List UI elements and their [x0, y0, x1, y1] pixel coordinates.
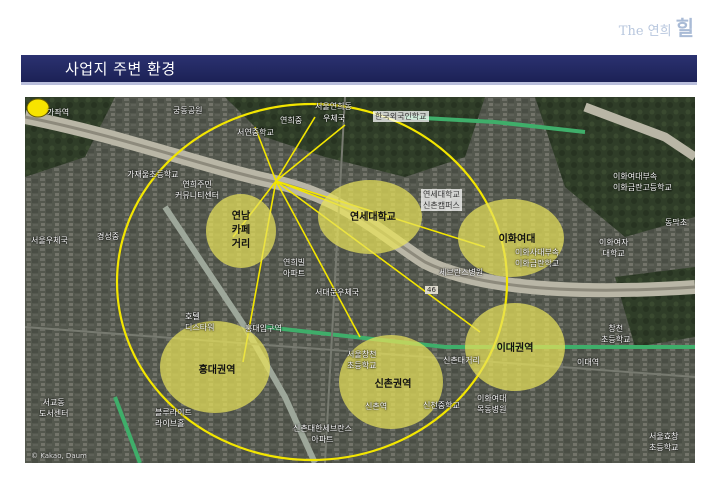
brand-hanja: 힐 — [675, 16, 694, 40]
section-title: 사업지 주변 환경 — [65, 60, 176, 78]
map-label-severance: 세브란스병원 — [439, 268, 484, 277]
map-label-ewha-school: 이화여대부속 이화금란고등학교 — [613, 172, 672, 192]
zone-label-ewha: 이화여대 — [498, 234, 536, 245]
map-label-ewha-hospital: 이화여대 목동병원 — [477, 394, 507, 414]
map-label-sinchon-yonsei: 신촌대한세브란스 아파트 — [293, 424, 352, 444]
map-label-yeonhui-apt: 연희빌 아파트 — [283, 258, 306, 278]
map-label-seoul-post: 서울우체국 — [31, 236, 68, 245]
map-label-yeonhuidong: 서울연희동 — [315, 102, 352, 111]
map-label-ewha-univ: 이화여자 대학교 — [599, 238, 629, 258]
map-copyright: © Kakao, Daum — [31, 452, 87, 460]
brand-logo: The 연희 힐 — [619, 12, 694, 41]
zone-label-hongdae: 홍대권역 — [198, 365, 236, 376]
map-label-hongik-station: 홍대입구역 — [245, 324, 282, 333]
map-canvas — [25, 97, 695, 463]
map-label-idae-station: 이대역 — [577, 358, 600, 367]
map-label-dongmak: 동막초 — [665, 218, 688, 227]
map-label-seogyo-post: 서대문우체국 — [315, 288, 360, 297]
map-label-bluelight: 블루라이트 라이브홀 — [155, 408, 192, 428]
map-label-sinchon-crossroad: 신촌대거리 — [443, 356, 480, 365]
map-label-sinchon-station: 신촌역 — [365, 402, 388, 411]
map-label-sinchon-middle: 신천중학교 — [423, 401, 460, 410]
map-label-gaza-elem: 가재울초등학교 — [127, 170, 179, 179]
map-label-yonsei-campus: 연세대학교 신촌캠퍼스 — [421, 189, 462, 211]
map-label-gyeongseong: 경성중 — [97, 232, 120, 241]
map-label-hyochang: 서울효창 초등학교 — [649, 432, 679, 452]
map-label-hankook: 한국외국인학교 — [373, 111, 429, 122]
map-label-community: 연희주민 커뮤니티센터 — [175, 180, 220, 200]
satellite-map: 연남 카페 거리 연세대학교 이화여대 홍대권역 신촌권역 이대권역 가좌역 궁… — [25, 97, 695, 463]
map-label-yeonhui-school: 연희중 — [280, 116, 303, 125]
section-header: 사업지 주변 환경 — [21, 55, 697, 85]
zone-label-sinchon: 신촌권역 — [374, 379, 412, 390]
road-number-badge: 46 — [425, 286, 438, 294]
map-label-post: 우체국 — [323, 114, 346, 123]
zone-label-yonsei: 연세대학교 — [350, 212, 396, 223]
map-label-ditower: 호텔 디스타워 — [185, 312, 215, 332]
map-label-ewha-high: 이화사대부속 이화금란학교 — [515, 248, 560, 268]
map-label-gungdong: 궁동공원 — [173, 106, 203, 115]
map-label-changcheon: 창천 초등학교 — [601, 324, 631, 344]
brand-text: The 연희 — [618, 24, 672, 39]
zone-label-yeonnam: 연남 카페 거리 — [231, 211, 251, 250]
zone-label-idae: 이대권역 — [496, 343, 534, 354]
map-label-gajwa: 가좌역 — [47, 108, 70, 117]
map-label-seoyeon: 서연중학교 — [237, 128, 274, 137]
map-label-station-mark: 서울창천 초등학교 — [347, 350, 377, 370]
map-label-seogyo-lib: 서교동 도서센터 — [39, 398, 69, 418]
